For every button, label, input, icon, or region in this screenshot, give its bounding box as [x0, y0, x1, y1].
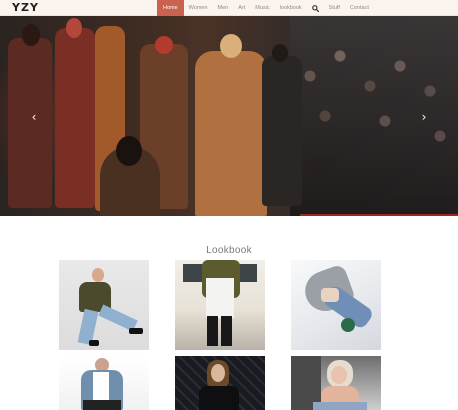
lookbook-title: Lookbook: [206, 245, 252, 256]
nav-item-men[interactable]: Men: [213, 0, 234, 16]
lookbook-image-3[interactable]: [291, 260, 381, 350]
photo-detail: [341, 318, 355, 332]
lookbook-image-1[interactable]: [59, 260, 149, 350]
main-nav: Home Women Men Art Music lookbook Stuff …: [157, 0, 374, 16]
photo-detail: [221, 316, 232, 346]
nav-item-women[interactable]: Women: [184, 0, 213, 16]
hero-head: [272, 44, 288, 62]
photo-detail: [331, 366, 347, 384]
chevron-left-icon[interactable]: ‹: [28, 110, 40, 124]
photo-detail: [207, 316, 218, 346]
hero-head: [66, 18, 82, 38]
lookbook-image-4[interactable]: [59, 356, 149, 410]
hero-figure: [195, 51, 267, 216]
chevron-right-icon[interactable]: ›: [418, 110, 430, 124]
hero-head: [155, 36, 173, 54]
nav-item-music[interactable]: Music: [250, 0, 274, 16]
nav-item-contact[interactable]: Contact: [345, 0, 374, 16]
hero-accent-line: [300, 214, 458, 216]
lookbook-image-5[interactable]: [175, 356, 265, 410]
nav-item-lookbook[interactable]: lookbook: [275, 0, 307, 16]
lookbook-image-6[interactable]: [291, 356, 381, 410]
top-navigation-bar: YZY Home Women Men Art Music lookbook St…: [0, 0, 458, 16]
hero-head: [22, 24, 40, 46]
photo-detail: [89, 340, 99, 346]
photo-detail: [199, 386, 239, 410]
photo-detail: [211, 364, 225, 382]
photo-detail: [83, 400, 121, 410]
nav-item-stuff[interactable]: Stuff: [324, 0, 345, 16]
search-icon[interactable]: [307, 0, 324, 16]
hero-slider: ‹ ›: [0, 16, 458, 216]
hero-figure: [55, 28, 95, 208]
site-logo[interactable]: YZY: [12, 2, 39, 14]
photo-detail: [321, 288, 339, 302]
hero-figure: [262, 56, 302, 206]
lookbook-image-2[interactable]: [175, 260, 265, 350]
photo-detail: [206, 278, 234, 318]
hero-head: [220, 34, 242, 58]
nav-item-art[interactable]: Art: [233, 0, 250, 16]
photo-detail: [92, 268, 104, 282]
photo-detail: [129, 328, 143, 334]
hero-background-crowd: [290, 16, 458, 216]
hero-head: [116, 136, 142, 166]
nav-item-home[interactable]: Home: [157, 0, 184, 16]
photo-detail: [313, 402, 367, 410]
